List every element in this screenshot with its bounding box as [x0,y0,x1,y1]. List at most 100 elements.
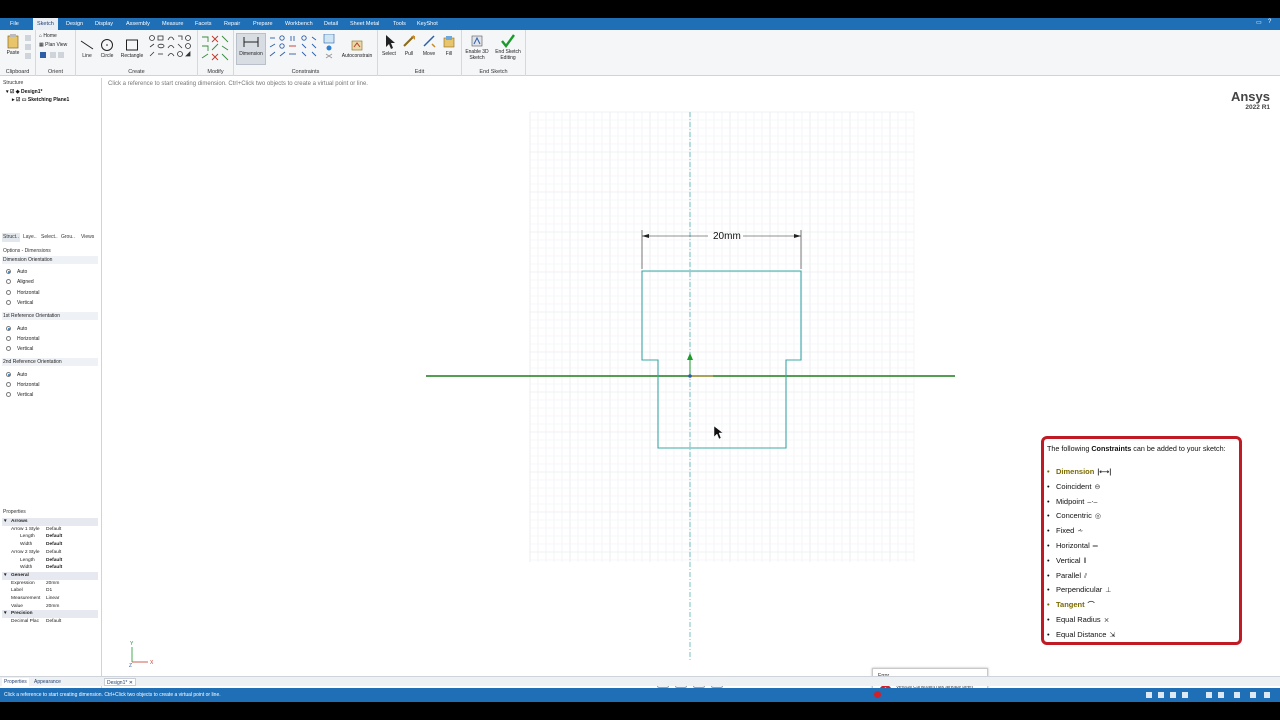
sketch-canvas[interactable]: Click a reference to start creating dime… [103,78,1280,702]
tab-appearance[interactable]: Appearance [32,678,63,686]
paste-button[interactable]: Paste [4,33,22,56]
move-tool-button[interactable]: Move [420,34,438,57]
cut-icon[interactable] [25,35,31,41]
menu-facets[interactable]: Facets [195,18,212,30]
circle-tool-button[interactable]: Circle [97,38,117,59]
radio-icon[interactable] [6,336,11,342]
property-row[interactable]: Length Default [2,533,98,541]
tree-item-sketching-plane[interactable]: ▸ ☑ ▭ Sketching Plane1 [12,97,69,103]
property-value[interactable]: D1 [46,587,52,595]
radio-ref2-auto[interactable]: Auto [6,371,27,379]
dimension-label[interactable]: 20mm [713,231,741,242]
radio-ref1-horizontal[interactable]: Horizontal [6,335,40,343]
zoom-icon[interactable] [50,52,56,58]
menu-detail[interactable]: Detail [324,18,338,30]
radio-icon[interactable] [6,326,11,332]
radio-dim-vertical[interactable]: Vertical [6,299,33,307]
radio-dim-auto[interactable]: Auto [6,268,27,276]
close-icon[interactable]: ✕ [129,680,133,686]
property-category[interactable]: Precision ▾ [2,610,98,619]
tab-layers[interactable]: Laye.. [22,233,38,242]
orient-view-icon[interactable] [40,52,46,58]
radio-icon[interactable] [6,392,11,398]
radio-icon[interactable] [6,346,11,352]
radio-icon[interactable] [6,269,11,275]
property-row[interactable]: Label D1 [2,587,98,595]
dimension-tool-button[interactable]: Dimension [236,33,266,65]
constraint-tools-icon[interactable] [268,34,338,62]
property-value[interactable]: 20mm [46,580,59,588]
property-category[interactable]: General ▾ [2,571,98,580]
checkbox-icon[interactable]: ☑ [16,97,20,103]
tab-views[interactable]: Views [80,233,95,242]
property-value[interactable]: Default [46,526,61,534]
origin-point[interactable] [688,374,692,378]
plan-view-button[interactable]: ▦ Plan View [39,42,67,48]
property-row[interactable]: Arrow 2 Style Default [2,549,98,557]
property-value[interactable]: Default [46,549,61,557]
radio-ref1-vertical[interactable]: Vertical [6,345,33,353]
menu-prepare[interactable]: Prepare [253,18,273,30]
menu-keyshot[interactable]: KeyShot [417,18,438,30]
radio-icon[interactable] [6,279,11,285]
property-value[interactable]: Default [46,564,62,572]
expand-icon[interactable]: ▾ [6,89,9,95]
expand-icon[interactable]: ▾ [4,572,6,580]
radio-ref1-auto[interactable]: Auto [6,325,27,333]
radio-ref2-horizontal[interactable]: Horizontal [6,381,40,389]
tree-item-design[interactable]: ▾ ☑ ◆ Design1* [6,89,42,95]
radio-dim-aligned[interactable]: Aligned [6,278,34,286]
property-row[interactable]: Decimal Plac Default [2,618,98,626]
radio-dim-horizontal[interactable]: Horizontal [6,289,40,297]
tab-properties[interactable]: Properties [2,678,29,686]
menu-sheet-metal[interactable]: Sheet Metal [350,18,379,30]
property-row[interactable]: Width Default [2,564,98,572]
menu-measure[interactable]: Measure [162,18,183,30]
select-tool-button[interactable]: Select [379,34,399,57]
property-row[interactable]: Expression 20mm [2,580,98,588]
enable-3d-sketch-button[interactable]: Enable 3D Sketch [464,34,490,61]
menu-file[interactable]: File [10,18,19,30]
expand-icon[interactable]: ▸ [12,97,15,103]
menu-design[interactable]: Design [66,18,83,30]
radio-icon[interactable] [6,290,11,296]
property-category[interactable]: Arrows ▾ [2,518,98,526]
menu-sketch[interactable]: Sketch [33,18,58,30]
property-row[interactable]: Measurement Linear [2,595,98,603]
expand-icon[interactable]: ▾ [4,610,6,618]
property-value[interactable]: Linear [46,595,59,603]
modify-tools-icon[interactable] [200,34,232,62]
home-button[interactable]: ⌂ Home [39,33,57,39]
menu-display[interactable]: Display [95,18,113,30]
end-sketch-editing-button[interactable]: End Sketch Editing [493,34,523,61]
sketch-tools-icon[interactable] [148,34,194,62]
property-row[interactable]: Arrow 1 Style Default [2,526,98,534]
error-indicator-icon[interactable] [874,691,881,698]
property-value[interactable]: Default [46,533,62,541]
menu-assembly[interactable]: Assembly [126,18,150,30]
menu-tools[interactable]: Tools [393,18,406,30]
tab-structure[interactable]: Struct.. [2,233,20,242]
status-tools-icon[interactable] [1146,690,1276,700]
fill-tool-button[interactable]: Fill [440,34,458,57]
property-value[interactable]: Default [46,557,62,565]
copy-icon[interactable] [25,44,31,50]
pan-icon[interactable] [58,52,64,58]
document-tab[interactable]: Design1* ✕ [104,678,136,686]
checkbox-icon[interactable]: ☑ [10,89,14,95]
radio-icon[interactable] [6,372,11,378]
property-value[interactable]: 20mm [46,603,59,611]
property-row[interactable]: Value 20mm [2,603,98,611]
pull-tool-button[interactable]: Pull [400,34,418,57]
minimize-icon[interactable]: ▭ [1256,19,1262,26]
property-row[interactable]: Length Default [2,557,98,565]
menu-repair[interactable]: Repair [224,18,240,30]
radio-icon[interactable] [6,300,11,306]
radio-icon[interactable] [6,382,11,388]
tab-selection[interactable]: Select.. [40,233,59,242]
rectangle-tool-button[interactable]: Rectangle [118,38,146,59]
format-painter-icon[interactable] [25,53,31,59]
expand-icon[interactable]: ▾ [4,518,6,526]
property-value[interactable]: Default [46,618,61,626]
line-tool-button[interactable]: Line [79,38,95,59]
